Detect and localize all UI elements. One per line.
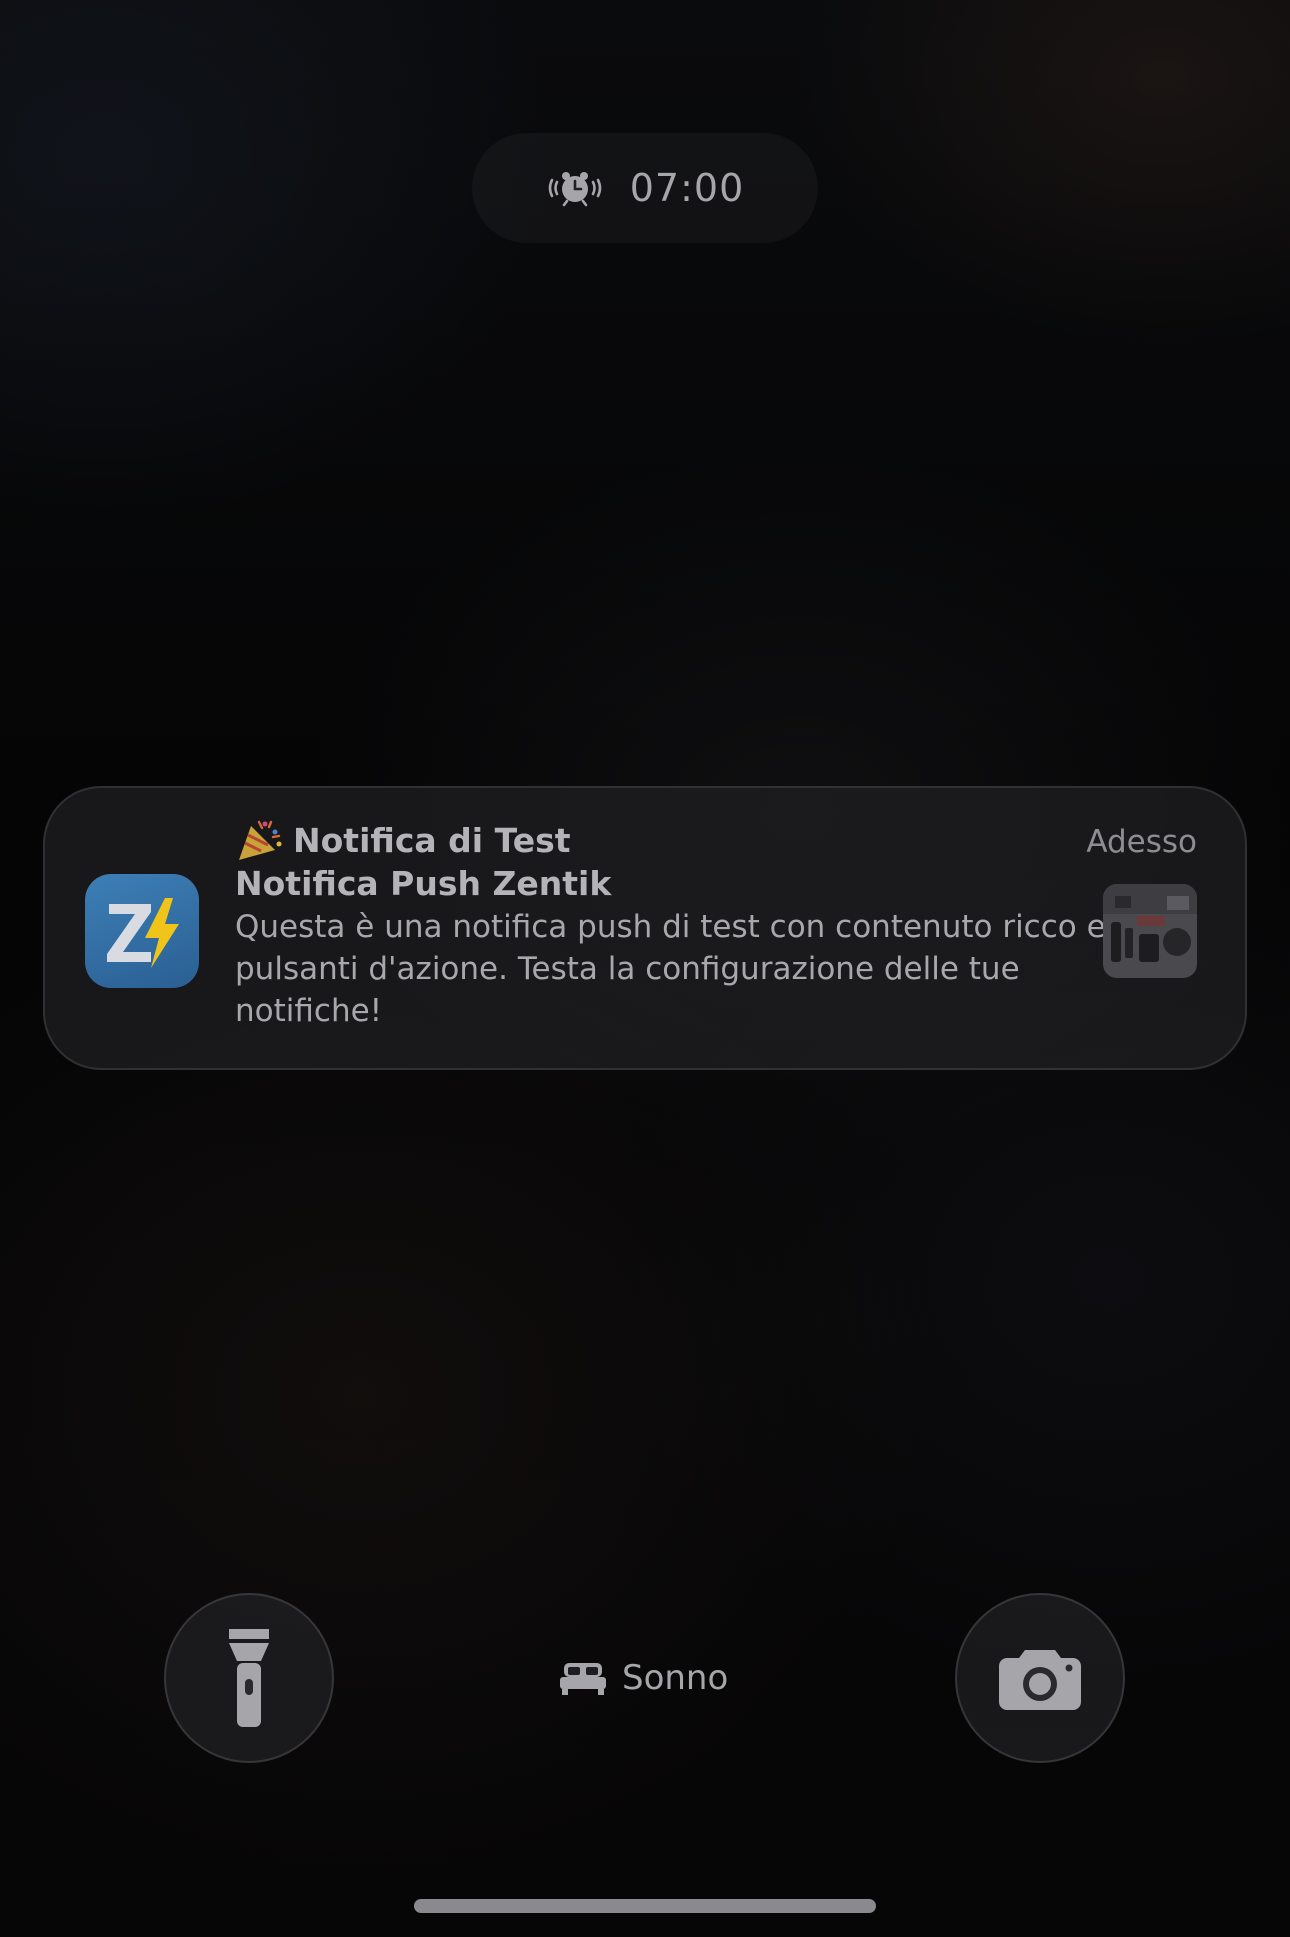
party-popper-icon [239,820,282,860]
focus-mode-indicator[interactable]: Sonno [560,1650,728,1706]
zentik-app-icon [85,874,199,988]
notification-title: Notifica di Test [293,820,571,860]
notification-subtitle: Notifica Push Zentik [235,864,612,903]
attachment-image-thumbnail [1103,884,1197,978]
notification-title-row: Notifica di Test [235,818,1115,862]
alarm-clock-ringing-icon [548,172,602,207]
camera-icon [999,1650,1081,1710]
flashlight-icon [229,1629,269,1727]
push-notification[interactable]: Notifica di Test Notifica Push Zentik Qu… [43,786,1247,1070]
lock-screen: 07:00 Notifica di Test Notifica Push Zen… [0,0,1290,1937]
flashlight-button[interactable] [164,1593,334,1763]
notification-content: Notifica di Test Notifica Push Zentik Qu… [235,818,1115,1032]
alarm-time: 07:00 [629,166,745,210]
home-indicator[interactable] [414,1899,876,1913]
bed-icon [560,1663,606,1695]
notification-timestamp: Adesso [1086,824,1197,860]
focus-mode-label: Sonno [622,1658,729,1698]
notification-body: Questa è una notifica push di test con c… [235,909,1106,1029]
alarm-indicator: 07:00 [472,133,818,243]
camera-button[interactable] [955,1593,1125,1763]
